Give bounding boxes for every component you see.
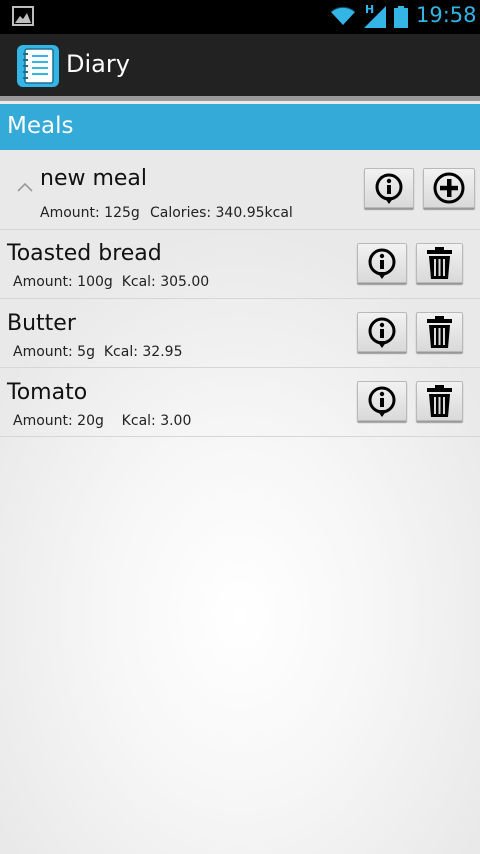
- chevron-up-icon[interactable]: [16, 181, 34, 193]
- food-item-row[interactable]: Tomato Amount: 20g Kcal: 3.00: [0, 368, 480, 437]
- battery-icon: [394, 6, 408, 28]
- meal-calories: Calories: 340.95kcal: [150, 205, 293, 221]
- food-item-delete-button[interactable]: [416, 381, 463, 421]
- status-bar: H 19:58: [0, 0, 480, 34]
- section-title: Meals: [7, 113, 74, 139]
- food-item-detail: Amount: 20g Kcal: 3.00: [13, 413, 192, 429]
- meal-amount: Amount: 125g: [40, 205, 140, 221]
- food-item-info-button[interactable]: [357, 243, 407, 283]
- trash-icon: [427, 247, 452, 279]
- gallery-icon: [12, 6, 34, 26]
- status-time: 19:58: [416, 3, 477, 27]
- food-item-name: Tomato: [7, 380, 88, 405]
- action-bar: Diary: [0, 34, 480, 101]
- meals-section-header: Meals: [0, 104, 480, 150]
- food-item-delete-button[interactable]: [416, 312, 463, 352]
- trash-icon: [427, 316, 452, 348]
- signal-icon: [364, 6, 386, 28]
- info-icon: [375, 173, 403, 204]
- food-item-detail: Amount: 5g Kcal: 32.95: [13, 344, 183, 360]
- add-circle-icon: [433, 172, 465, 204]
- food-item-row[interactable]: Butter Amount: 5g Kcal: 32.95: [0, 299, 480, 368]
- food-item-info-button[interactable]: [357, 312, 407, 352]
- diary-notebook-icon[interactable]: [16, 44, 60, 88]
- info-icon: [368, 386, 396, 417]
- meal-row[interactable]: new meal Amount: 125g Calories: 340.95kc…: [0, 151, 480, 230]
- food-item-detail: Amount: 100g Kcal: 305.00: [13, 274, 210, 290]
- food-item-info-button[interactable]: [357, 381, 407, 421]
- add-food-button[interactable]: [423, 168, 475, 208]
- app-title: Diary: [66, 50, 130, 78]
- food-item-row[interactable]: Toasted bread Amount: 100g Kcal: 305.00: [0, 230, 480, 299]
- info-icon: [368, 317, 396, 348]
- food-item-name: Butter: [7, 311, 76, 336]
- trash-icon: [427, 385, 452, 417]
- meal-info-button[interactable]: [364, 168, 414, 208]
- info-icon: [368, 248, 396, 279]
- food-item-name: Toasted bread: [7, 241, 162, 266]
- wifi-icon: [330, 6, 356, 25]
- food-item-delete-button[interactable]: [416, 243, 463, 283]
- meal-title: new meal: [40, 166, 148, 191]
